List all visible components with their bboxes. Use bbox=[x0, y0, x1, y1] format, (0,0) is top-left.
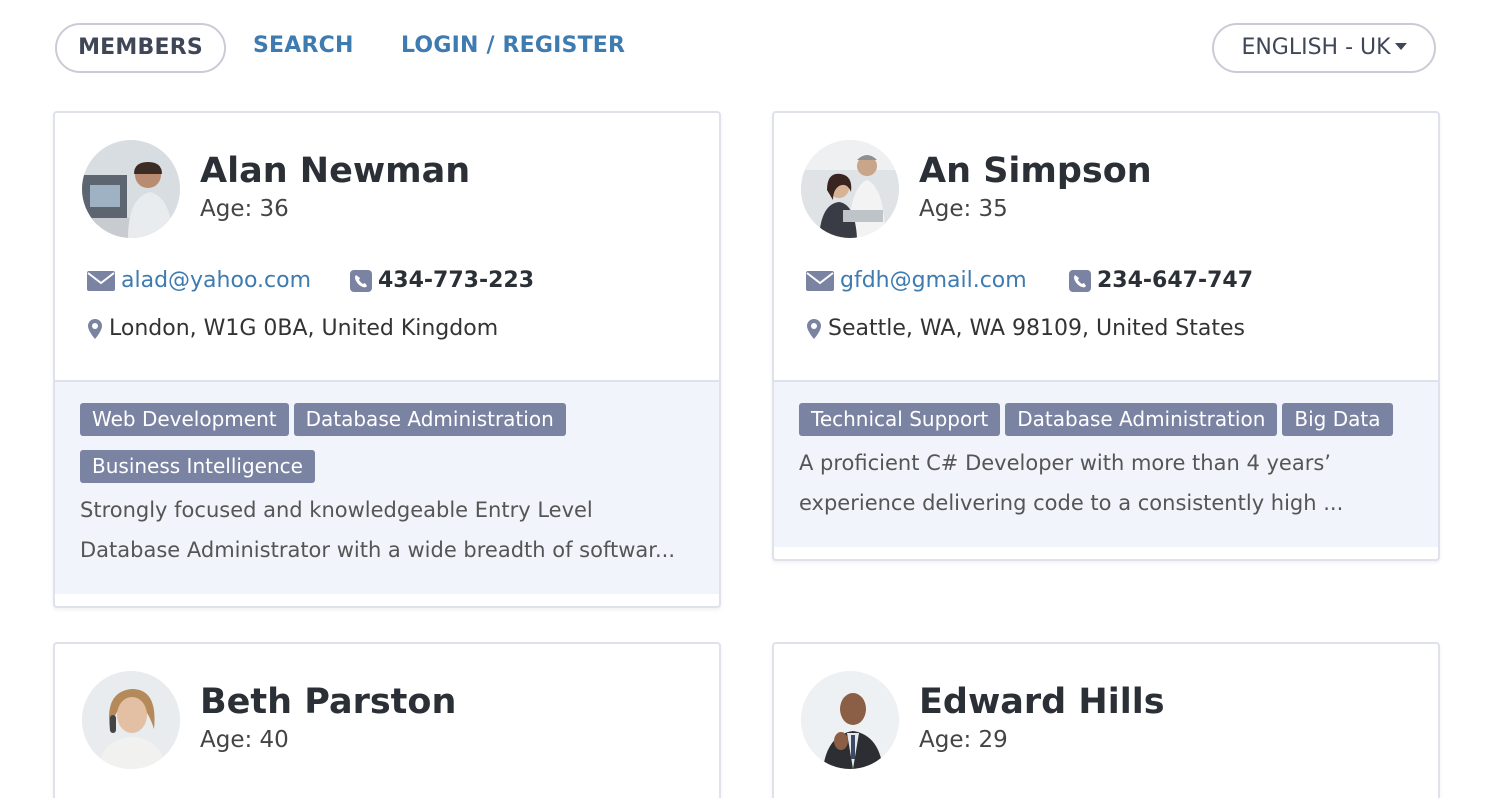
phone-icon bbox=[350, 269, 372, 292]
nav-search-link[interactable]: SEARCH bbox=[253, 23, 354, 73]
avatar[interactable] bbox=[82, 671, 180, 769]
map-marker-icon bbox=[87, 318, 103, 340]
avatar[interactable] bbox=[801, 140, 899, 238]
map-marker-icon bbox=[806, 318, 822, 340]
phone-text: 234-647-747 bbox=[1097, 268, 1254, 293]
phone-text: 434-773-223 bbox=[378, 268, 535, 293]
member-card[interactable]: Edward Hills Age: 29 bbox=[772, 642, 1440, 798]
avatar-photo bbox=[82, 140, 180, 238]
member-location: Seattle, WA, WA 98109, United States bbox=[806, 316, 1245, 341]
top-nav: MEMBERS SEARCH LOGIN / REGISTER ENGLISH … bbox=[55, 23, 1436, 73]
envelope-icon bbox=[87, 270, 115, 291]
member-description: A proficient C# Developer with more than… bbox=[799, 451, 1344, 515]
card-details: Web Development Database Administration … bbox=[55, 380, 719, 594]
skill-tag[interactable]: Database Administration bbox=[293, 403, 566, 436]
member-card[interactable]: An Simpson Age: 35 gfdh@gmail.com 234-64… bbox=[772, 111, 1440, 561]
email-link[interactable]: gfdh@gmail.com bbox=[806, 268, 1027, 293]
phone-number: 234-647-747 bbox=[1069, 268, 1253, 293]
avatar[interactable] bbox=[801, 671, 899, 769]
language-label: ENGLISH - UK bbox=[1241, 35, 1391, 60]
phone-icon bbox=[1069, 269, 1091, 292]
member-age: Age: 40 bbox=[200, 727, 289, 753]
skill-tag[interactable]: Business Intelligence bbox=[80, 450, 315, 483]
chevron-down-icon bbox=[1394, 42, 1407, 50]
member-name[interactable]: Beth Parston bbox=[200, 682, 456, 722]
skill-tag[interactable]: Technical Support bbox=[799, 403, 1001, 436]
email-link[interactable]: alad@yahoo.com bbox=[87, 268, 311, 293]
nav-login-register-link[interactable]: LOGIN / REGISTER bbox=[401, 23, 625, 73]
member-age: Age: 35 bbox=[919, 196, 1008, 222]
member-age: Age: 36 bbox=[200, 196, 289, 222]
language-selector[interactable]: ENGLISH - UK bbox=[1212, 23, 1436, 73]
envelope-icon bbox=[806, 270, 834, 291]
member-location: London, W1G 0BA, United Kingdom bbox=[87, 316, 498, 341]
member-description: Strongly focused and knowledgeable Entry… bbox=[80, 498, 675, 562]
email-text: alad@yahoo.com bbox=[121, 268, 311, 293]
location-text: London, W1G 0BA, United Kingdom bbox=[109, 316, 499, 341]
member-age: Age: 29 bbox=[919, 727, 1008, 753]
skill-tags: Web Development Database Administration … bbox=[80, 403, 694, 497]
card-details: Technical Support Database Administratio… bbox=[774, 380, 1438, 547]
member-name[interactable]: An Simpson bbox=[919, 151, 1152, 191]
avatar-photo bbox=[801, 140, 899, 238]
email-text: gfdh@gmail.com bbox=[840, 268, 1027, 293]
skill-tag[interactable]: Big Data bbox=[1282, 403, 1393, 436]
member-name[interactable]: Alan Newman bbox=[200, 151, 470, 191]
member-name[interactable]: Edward Hills bbox=[919, 682, 1165, 722]
skill-tag[interactable]: Web Development bbox=[80, 403, 289, 436]
nav-members-button[interactable]: MEMBERS bbox=[55, 23, 226, 73]
skill-tag[interactable]: Database Administration bbox=[1005, 403, 1278, 436]
avatar-photo bbox=[801, 671, 899, 769]
avatar[interactable] bbox=[82, 140, 180, 238]
member-card[interactable]: Alan Newman Age: 36 alad@yahoo.com 434-7… bbox=[53, 111, 721, 608]
location-text: Seattle, WA, WA 98109, United States bbox=[828, 316, 1245, 341]
phone-number: 434-773-223 bbox=[350, 268, 534, 293]
member-card[interactable]: Beth Parston Age: 40 bbox=[53, 642, 721, 798]
avatar-photo bbox=[82, 671, 180, 769]
